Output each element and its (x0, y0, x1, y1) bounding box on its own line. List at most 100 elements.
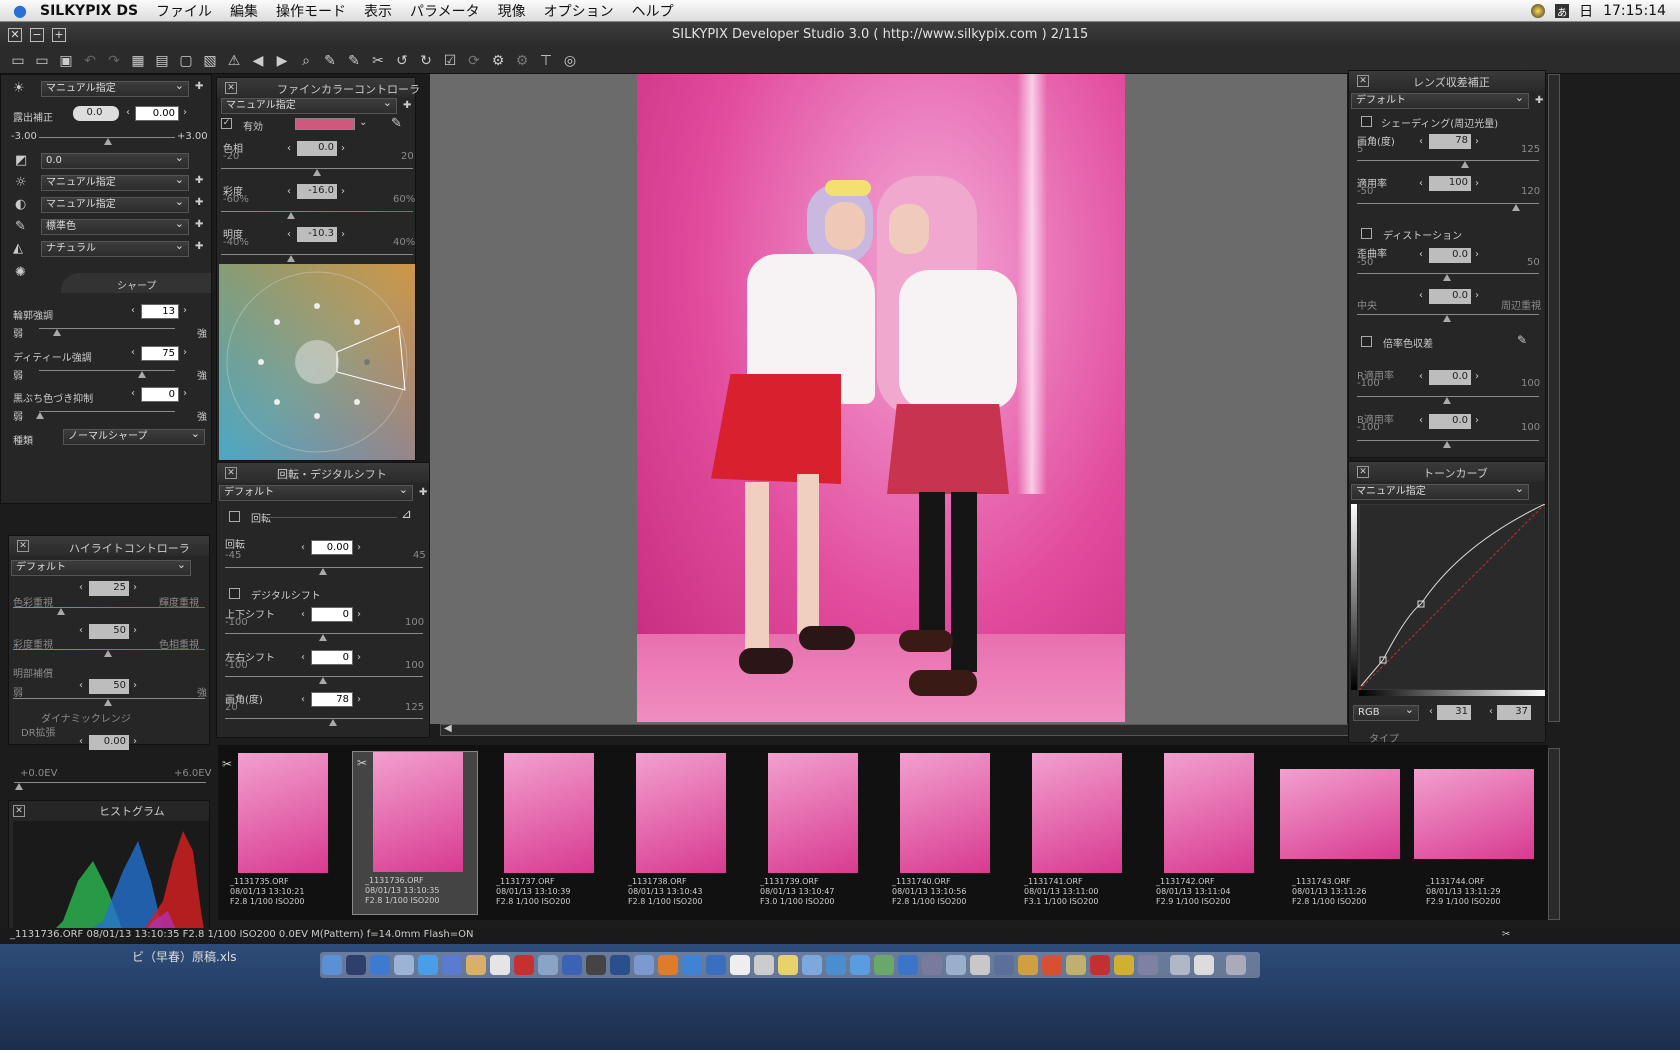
app-icon-1[interactable] (850, 955, 870, 975)
redo-icon[interactable]: ↷ (106, 53, 122, 69)
dashboard-icon[interactable] (346, 955, 366, 975)
gamma-select[interactable]: マニュアル指定 (41, 195, 189, 213)
thumbnail-selected[interactable]: ✂ _1131736.ORF 08/01/13 13:10:35 F2.8 1/… (352, 751, 478, 915)
combined-view-icon[interactable]: ▤ (154, 53, 170, 69)
edge-input[interactable]: 13 (141, 304, 179, 319)
target-icon[interactable]: ◎ (562, 53, 578, 69)
menu-file[interactable]: ファイル (156, 1, 212, 21)
ca-checkbox[interactable] (1361, 336, 1372, 347)
compare-view-icon[interactable]: ▧ (202, 53, 218, 69)
finder-icon[interactable] (322, 955, 342, 975)
tone-output-value[interactable]: 37 (1497, 705, 1531, 720)
filmstrip-vscrollbar[interactable] (1548, 748, 1560, 920)
shading-checkbox[interactable] (1361, 116, 1372, 127)
center-value[interactable]: 0.0 (1429, 289, 1471, 304)
ud-input[interactable]: 0 (311, 607, 353, 622)
prev-icon[interactable]: ◀ (250, 53, 266, 69)
mail-icon[interactable] (394, 955, 414, 975)
apply-knob[interactable] (1512, 204, 1520, 211)
develop-icon[interactable]: ⟳ (466, 53, 482, 69)
thumbnail-image[interactable] (1032, 753, 1122, 873)
warning-icon[interactable]: ⚠ (226, 53, 242, 69)
sat-slider[interactable] (221, 211, 413, 212)
histogram-close-icon[interactable]: ✕ (13, 805, 25, 817)
zoom-icon[interactable]: ⌕ (298, 53, 314, 69)
highlight-preset-select[interactable]: デフォルト (11, 558, 191, 576)
preview-view-icon[interactable]: ▢ (178, 53, 194, 69)
exposure-input[interactable]: 0.00 (135, 106, 179, 121)
fringe-slider[interactable] (39, 411, 175, 412)
highlight-knob-1[interactable] (57, 608, 65, 615)
rotate-preset-select[interactable]: デフォルト (219, 483, 413, 501)
preview-icon[interactable] (538, 955, 558, 975)
rot-knob[interactable] (319, 568, 327, 575)
menu-view[interactable]: 表示 (364, 1, 392, 21)
menu-option[interactable]: オプション (544, 1, 614, 21)
add-style-preset-icon[interactable]: ✚ (195, 241, 203, 252)
input-method-icon[interactable]: あ (1555, 3, 1570, 19)
rotate-left-icon[interactable]: ↺ (394, 53, 410, 69)
menu-develop[interactable]: 現像 (498, 1, 526, 21)
color-select[interactable]: 標準色 (41, 217, 189, 235)
lr-knob[interactable] (319, 677, 327, 684)
tone-close-icon[interactable]: ✕ (1357, 466, 1369, 478)
dr-value[interactable]: 0.00 (89, 735, 129, 750)
desktop-file-label[interactable]: ビ（早春）原稿.xls (132, 948, 237, 965)
fine-color-swatch[interactable] (295, 118, 355, 130)
ang-knob[interactable] (329, 719, 337, 726)
lens-ang-slider[interactable] (1357, 160, 1539, 161)
distortion-checkbox[interactable] (1361, 228, 1372, 239)
info-icon[interactable] (898, 955, 918, 975)
light-slider[interactable] (221, 254, 413, 255)
ang-slider[interactable] (225, 718, 423, 719)
highlight-knob-2[interactable] (104, 650, 112, 657)
style-select[interactable]: ナチュラル (41, 239, 189, 257)
ud-knob[interactable] (319, 634, 327, 641)
app-icon-8[interactable] (1042, 955, 1062, 975)
highlight-val-3[interactable]: 50 (89, 679, 129, 694)
thumbnail[interactable]: _1131738.ORF 08/01/13 13:10:43 F2.8 1/10… (616, 753, 736, 913)
safari-icon[interactable] (370, 955, 390, 975)
status-ball-icon[interactable] (1531, 3, 1546, 18)
app-icon-14[interactable] (1194, 955, 1214, 975)
fringe-slider-knob[interactable] (36, 412, 44, 419)
white-balance-picker-icon[interactable]: ✎ (346, 53, 362, 69)
hue-value[interactable]: 0.0 (297, 141, 337, 156)
lens-close-icon[interactable]: ✕ (1357, 75, 1369, 87)
folder-icon[interactable] (802, 955, 822, 975)
open-folder-icon[interactable]: ▭ (10, 53, 26, 69)
fine-add-preset-icon[interactable]: ✚ (403, 100, 411, 111)
fine-picker-icon[interactable]: ✎ (391, 116, 402, 131)
app-icon-4[interactable] (946, 955, 966, 975)
app-icon-13[interactable] (1170, 955, 1190, 975)
thumbnail-image[interactable] (768, 753, 858, 873)
tone-preset-select[interactable]: マニュアル指定 (1351, 482, 1529, 500)
highlight-slider-1[interactable] (13, 607, 205, 608)
gray-point-icon[interactable]: ✎ (322, 53, 338, 69)
highlight-knob-3[interactable] (104, 699, 112, 706)
rotate-angle-icon[interactable]: ⊿ (401, 507, 412, 522)
center-knob[interactable] (1443, 315, 1451, 322)
tone-input-value[interactable]: 31 (1437, 705, 1471, 720)
thumbnail[interactable]: _1131744.ORF 08/01/13 13:11:29 F2.9 1/10… (1414, 753, 1538, 913)
apply-value[interactable]: 100 (1429, 176, 1471, 191)
menu-help[interactable]: ヘルプ (632, 1, 674, 21)
hue-knob[interactable] (313, 169, 321, 176)
mark-icon[interactable]: ☑ (442, 53, 458, 69)
settings-icon[interactable]: ⚙ (514, 53, 530, 69)
thumbnail[interactable]: _1131740.ORF 08/01/13 13:10:56 F2.8 1/10… (880, 753, 1000, 913)
thumbnail-image[interactable] (504, 753, 594, 873)
open-file-icon[interactable]: ▭ (34, 53, 50, 69)
light-value[interactable]: -10.3 (297, 227, 337, 242)
thumbnail-image[interactable] (238, 753, 328, 873)
menu-parameter[interactable]: パラメータ (410, 1, 480, 21)
digital-shift-checkbox[interactable] (229, 588, 240, 599)
fine-color-close-icon[interactable]: ✕ (225, 82, 237, 94)
r-knob[interactable] (1443, 397, 1451, 404)
b-knob[interactable] (1443, 441, 1451, 448)
save-icon[interactable]: ▣ (58, 53, 74, 69)
app-icon-5[interactable] (970, 955, 990, 975)
menubar-clock[interactable]: 17:15:14 (1603, 3, 1666, 19)
sat-knob[interactable] (287, 212, 295, 219)
word-icon[interactable] (562, 955, 582, 975)
